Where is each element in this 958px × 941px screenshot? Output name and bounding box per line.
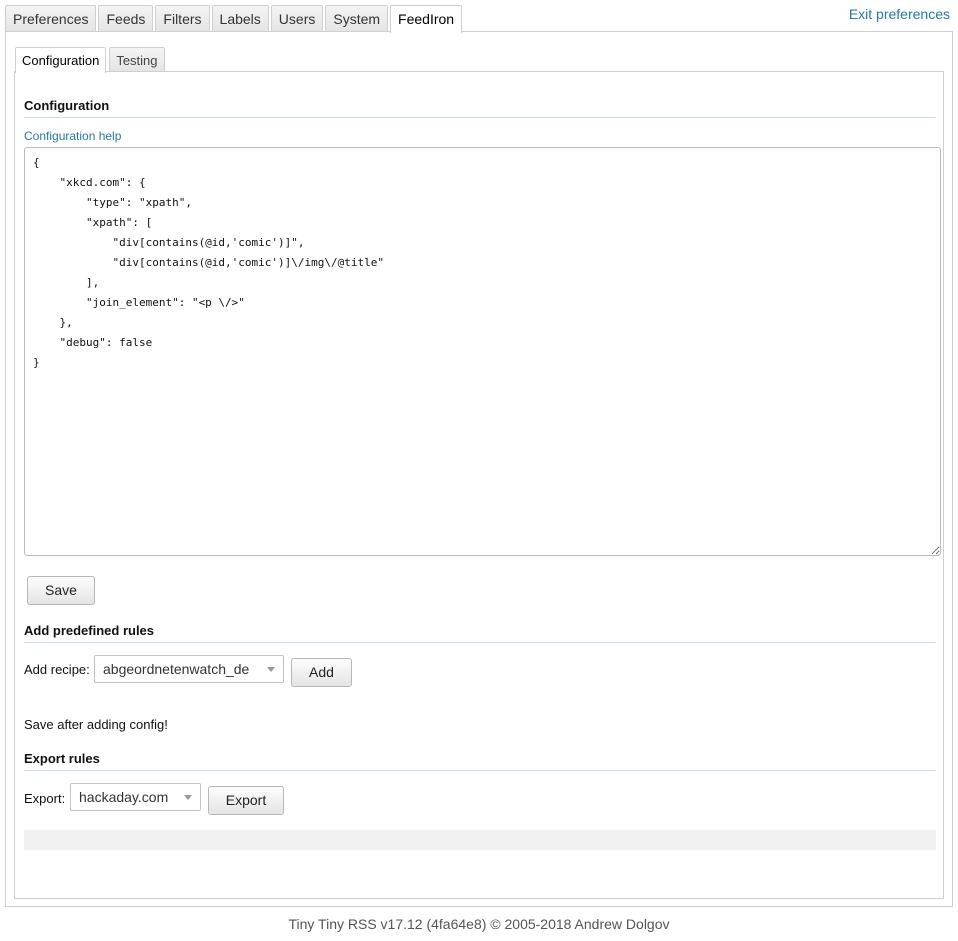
export-button[interactable]: Export: [208, 786, 284, 815]
add-recipe-label: Add recipe:: [24, 662, 90, 677]
feediron-panel: Configuration Testing Configuration Conf…: [5, 31, 953, 907]
chevron-down-icon: [184, 795, 192, 800]
configuration-panel: Configuration Configuration help Save Ad…: [14, 71, 944, 899]
export-select-value: hackaday.com: [79, 789, 169, 805]
tab-feediron[interactable]: FeedIron: [390, 5, 463, 33]
tab-configuration[interactable]: Configuration: [15, 47, 107, 73]
configuration-heading: Configuration: [24, 98, 936, 118]
top-tab-bar: Preferences Feeds Filters Labels Users S…: [5, 5, 464, 33]
inner-tab-bar: Configuration Testing: [15, 47, 168, 73]
export-output-area: [24, 830, 936, 850]
footer-credit: Tiny Tiny RSS v17.12 (4fa64e8) © 2005-20…: [288, 916, 670, 932]
recipe-select[interactable]: abgeordnetenwatch_de: [94, 655, 284, 683]
predefined-rules-heading: Add predefined rules: [24, 623, 936, 643]
chevron-down-icon: [267, 667, 275, 672]
save-note: Save after adding config!: [24, 717, 168, 732]
tab-preferences[interactable]: Preferences: [5, 5, 97, 32]
export-rules-heading: Export rules: [24, 751, 936, 771]
save-button[interactable]: Save: [27, 576, 95, 605]
add-button[interactable]: Add: [291, 658, 352, 687]
tab-filters[interactable]: Filters: [155, 5, 210, 32]
recipe-select-value: abgeordnetenwatch_de: [103, 661, 250, 677]
tab-labels[interactable]: Labels: [211, 5, 269, 32]
tab-testing[interactable]: Testing: [109, 47, 165, 72]
tab-feeds[interactable]: Feeds: [98, 5, 154, 32]
export-select[interactable]: hackaday.com: [70, 783, 201, 811]
export-label: Export:: [24, 791, 66, 806]
config-editor[interactable]: [24, 147, 941, 556]
configuration-help-link[interactable]: Configuration help: [24, 129, 121, 143]
tab-system[interactable]: System: [325, 5, 389, 32]
tab-users[interactable]: Users: [270, 5, 324, 32]
exit-preferences-link[interactable]: Exit preferences: [849, 6, 950, 22]
